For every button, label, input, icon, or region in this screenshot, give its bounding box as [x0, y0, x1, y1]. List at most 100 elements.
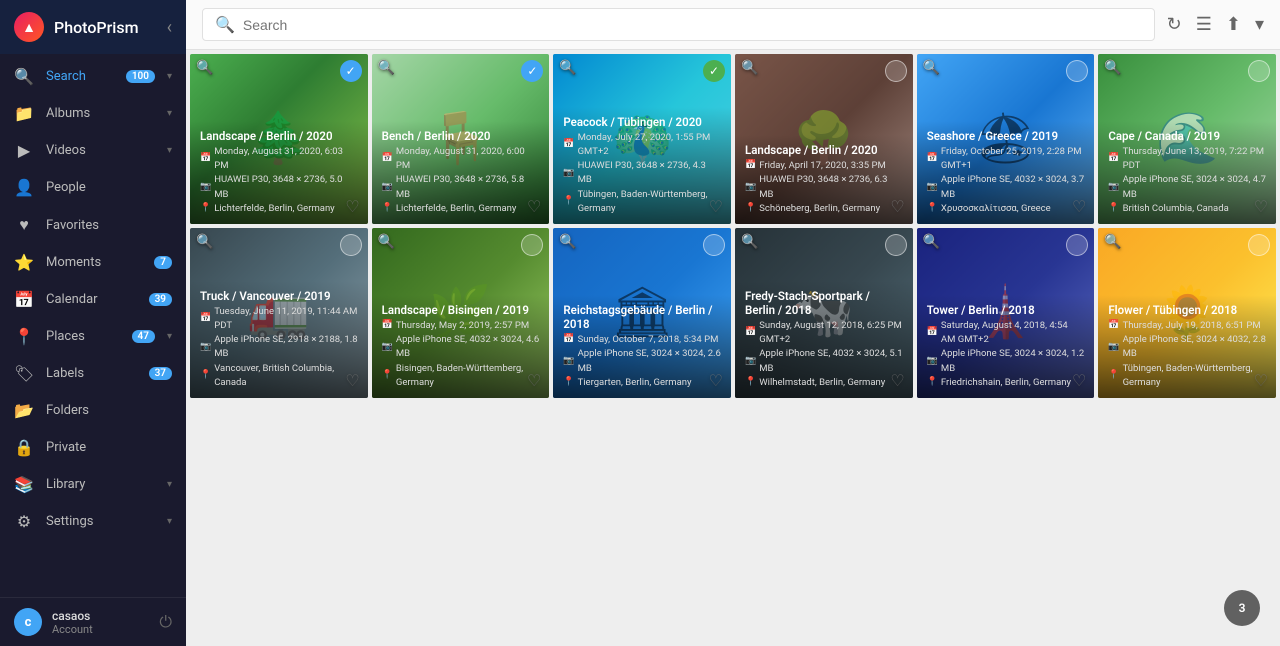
photo-overlay-p12: Flower / Tübingen / 2018 📅 Thursday, Jul…: [1098, 295, 1276, 398]
photo-grid: 🌲 🔍 ✓ ♡ Landscape / Berlin / 2020 📅 Mond…: [186, 50, 1280, 646]
check-circle-p8[interactable]: [521, 234, 543, 256]
search-input[interactable]: [243, 17, 1142, 33]
sidebar-arrow-places: ▾: [167, 331, 172, 342]
zoom-icon-p8[interactable]: 🔍: [378, 234, 395, 250]
sidebar-label-albums: Albums: [46, 106, 155, 121]
sidebar-item-albums[interactable]: 📁 Albums ▾: [0, 95, 186, 132]
footer-account-label[interactable]: Account: [52, 623, 149, 636]
sidebar-footer: c casaos Account ⏻: [0, 597, 186, 646]
upload-button[interactable]: ⬆: [1226, 14, 1241, 35]
view-toggle-button[interactable]: ☰: [1196, 14, 1212, 35]
check-circle-p4[interactable]: [885, 60, 907, 82]
sidebar-arrow-videos: ▾: [167, 145, 172, 156]
photo-row-2: 🚛 🔍 ♡ Truck / Vancouver / 2019 📅 Tuesday…: [190, 228, 1276, 398]
photo-meta-p4: 📅 Friday, April 17, 2020, 3:35 PM 📷 HUAW…: [745, 159, 903, 216]
refresh-button[interactable]: ↻: [1167, 14, 1182, 35]
photo-cell-p3[interactable]: 🦚 🔍 ✓ ♡ Peacock / Tübingen / 2020 📅 Mond…: [553, 54, 731, 224]
sidebar-item-labels[interactable]: 🏷 Labels 37: [0, 355, 186, 392]
sidebar-item-private[interactable]: 🔒 Private: [0, 429, 186, 466]
photo-meta-p11: 📅 Saturday, August 4, 2018, 4:54 AM GMT+…: [927, 319, 1085, 390]
photo-meta-p9: 📅 Sunday, October 7, 2018, 5:34 PM 📷 App…: [563, 333, 721, 390]
sidebar-item-people[interactable]: 👤 People: [0, 169, 186, 206]
photo-cell-p1[interactable]: 🌲 🔍 ✓ ♡ Landscape / Berlin / 2020 📅 Mond…: [190, 54, 368, 224]
sidebar-item-favorites[interactable]: ♥ Favorites: [0, 206, 186, 244]
photo-title-p9: Reichstagsgebäude / Berlin / 2018: [563, 303, 721, 331]
photo-cell-p11[interactable]: 🗼 🔍 ♡ Tower / Berlin / 2018 📅 Saturday, …: [917, 228, 1095, 398]
check-circle-p7[interactable]: [340, 234, 362, 256]
check-circle-p6[interactable]: [1248, 60, 1270, 82]
zoom-icon-p2[interactable]: 🔍: [378, 60, 395, 76]
sidebar-item-settings[interactable]: ⚙ Settings ▾: [0, 503, 186, 540]
photo-meta-p3: 📅 Monday, July 27, 2020, 1:55 PM GMT+2 📷…: [563, 131, 721, 217]
zoom-icon-p7[interactable]: 🔍: [196, 234, 213, 250]
check-circle-p1[interactable]: ✓: [340, 60, 362, 82]
sidebar-icon-library: 📚: [14, 475, 34, 494]
photo-overlay-p1: Landscape / Berlin / 2020 📅 Monday, Augu…: [190, 121, 368, 224]
sidebar-label-videos: Videos: [46, 143, 155, 158]
sidebar-item-moments[interactable]: ⭐ Moments 7: [0, 244, 186, 281]
photo-meta-p6: 📅 Thursday, June 13, 2019, 7:22 PM PDT 📷…: [1108, 145, 1266, 216]
photo-cell-p12[interactable]: 🌻 🔍 ♡ Flower / Tübingen / 2018 📅 Thursda…: [1098, 228, 1276, 398]
check-circle-p2[interactable]: ✓: [521, 60, 543, 82]
sidebar-item-folders[interactable]: 📂 Folders: [0, 392, 186, 429]
more-menu-button[interactable]: ▾: [1255, 14, 1264, 35]
sidebar-label-moments: Moments: [46, 255, 142, 270]
search-bar[interactable]: 🔍: [202, 8, 1155, 41]
check-circle-p11[interactable]: [1066, 234, 1088, 256]
topbar-actions: ↻ ☰ ⬆ ▾: [1167, 14, 1264, 35]
zoom-icon-p4[interactable]: 🔍: [741, 60, 758, 76]
scroll-badge[interactable]: 3: [1224, 590, 1260, 626]
check-wrap-p1: ✓: [340, 60, 362, 82]
photo-title-p12: Flower / Tübingen / 2018: [1108, 303, 1266, 317]
photo-meta-p2: 📅 Monday, August 31, 2020, 6:00 PM 📷 HUA…: [382, 145, 540, 216]
photo-row-1: 🌲 🔍 ✓ ♡ Landscape / Berlin / 2020 📅 Mond…: [190, 54, 1276, 224]
photo-cell-p4[interactable]: 🌳 🔍 ♡ Landscape / Berlin / 2020 📅 Friday…: [735, 54, 913, 224]
photo-meta-p1: 📅 Monday, August 31, 2020, 6:03 PM 📷 HUA…: [200, 145, 358, 216]
sidebar-item-videos[interactable]: ▶ Videos ▾: [0, 132, 186, 169]
sidebar-arrow-settings: ▾: [167, 516, 172, 527]
photo-title-p3: Peacock / Tübingen / 2020: [563, 115, 721, 129]
sidebar-item-calendar[interactable]: 📅 Calendar 39: [0, 281, 186, 318]
photo-cell-p7[interactable]: 🚛 🔍 ♡ Truck / Vancouver / 2019 📅 Tuesday…: [190, 228, 368, 398]
check-circle-p9[interactable]: [703, 234, 725, 256]
search-icon: 🔍: [215, 15, 235, 34]
zoom-icon-p1[interactable]: 🔍: [196, 60, 213, 76]
photo-title-p5: Seashore / Greece / 2019: [927, 129, 1085, 143]
check-circle-p3[interactable]: ✓: [703, 60, 725, 82]
zoom-icon-p11[interactable]: 🔍: [923, 234, 940, 250]
check-circle-p10[interactable]: [885, 234, 907, 256]
sidebar-label-places: Places: [46, 329, 120, 344]
sidebar-icon-places: 📍: [14, 327, 34, 346]
zoom-icon-p9[interactable]: 🔍: [559, 234, 576, 250]
sidebar-label-folders: Folders: [46, 403, 172, 418]
check-wrap-p5: [1066, 60, 1088, 82]
photo-cell-p2[interactable]: 🪑 🔍 ✓ ♡ Bench / Berlin / 2020 📅 Monday, …: [372, 54, 550, 224]
zoom-icon-p5[interactable]: 🔍: [923, 60, 940, 76]
sidebar-item-places[interactable]: 📍 Places 47 ▾: [0, 318, 186, 355]
sidebar-badge-labels: 37: [149, 367, 172, 380]
photo-title-p8: Landscape / Bisingen / 2019: [382, 303, 540, 317]
photo-cell-p10[interactable]: 🐄 🔍 ♡ Fredy-Stach-Sportpark / Berlin / 2…: [735, 228, 913, 398]
photo-cell-p6[interactable]: 🌊 🔍 ♡ Cape / Canada / 2019 📅 Thursday, J…: [1098, 54, 1276, 224]
photo-title-p2: Bench / Berlin / 2020: [382, 129, 540, 143]
sidebar-arrow-library: ▾: [167, 479, 172, 490]
logout-button[interactable]: ⏻: [159, 612, 172, 632]
photo-meta-p12: 📅 Thursday, July 19, 2018, 6:51 PM 📷 App…: [1108, 319, 1266, 390]
check-circle-p12[interactable]: [1248, 234, 1270, 256]
sidebar-icon-private: 🔒: [14, 438, 34, 457]
photo-overlay-p7: Truck / Vancouver / 2019 📅 Tuesday, June…: [190, 281, 368, 399]
check-wrap-p4: [885, 60, 907, 82]
sidebar-item-search[interactable]: 🔍 Search 100 ▾: [0, 58, 186, 95]
zoom-icon-p12[interactable]: 🔍: [1104, 234, 1121, 250]
photo-cell-p8[interactable]: 🌿 🔍 ♡ Landscape / Bisingen / 2019 📅 Thur…: [372, 228, 550, 398]
zoom-icon-p3[interactable]: 🔍: [559, 60, 576, 76]
photo-cell-p9[interactable]: 🏛 🔍 ♡ Reichstagsgebäude / Berlin / 2018 …: [553, 228, 731, 398]
photo-cell-p5[interactable]: 🏖 🔍 ♡ Seashore / Greece / 2019 📅 Friday,…: [917, 54, 1095, 224]
sidebar-collapse-button[interactable]: ‹: [167, 17, 172, 38]
check-wrap-p11: [1066, 234, 1088, 256]
zoom-icon-p6[interactable]: 🔍: [1104, 60, 1121, 76]
check-circle-p5[interactable]: [1066, 60, 1088, 82]
sidebar-badge-places: 47: [132, 330, 155, 343]
sidebar-item-library[interactable]: 📚 Library ▾: [0, 466, 186, 503]
zoom-icon-p10[interactable]: 🔍: [741, 234, 758, 250]
